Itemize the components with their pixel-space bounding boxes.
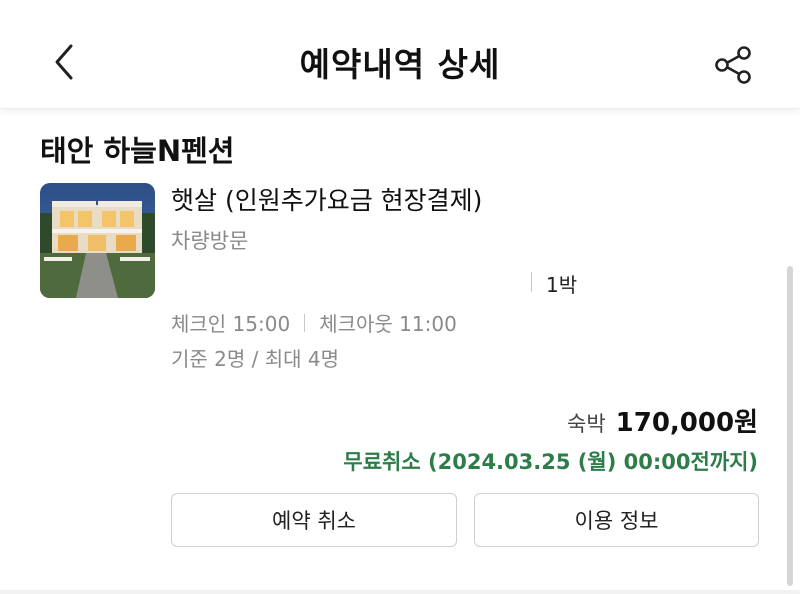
checkin-time: 체크인 15:00	[171, 312, 291, 336]
room-name: 햇살 (인원추가요금 현장결제)	[171, 186, 483, 215]
share-button[interactable]	[708, 40, 758, 90]
section-divider	[0, 590, 800, 594]
pension-building-image	[40, 183, 155, 298]
free-cancellation-notice: 무료취소 (2024.03.25 (월) 00:00전까지)	[343, 450, 758, 474]
price-label: 숙박	[567, 412, 606, 436]
check-time-divider	[304, 313, 306, 332]
nights-count: 1박	[546, 273, 578, 297]
check-times: 체크인 15:00 체크아웃 11:00	[171, 308, 457, 337]
usage-info-button[interactable]: 이용 정보	[474, 493, 759, 547]
cancel-reservation-button[interactable]: 예약 취소	[171, 493, 457, 547]
property-thumbnail[interactable]	[40, 183, 155, 298]
price-value: 170,000원	[615, 408, 758, 438]
page-title: 예약내역 상세	[299, 45, 501, 84]
price-row: 숙박 170,000원	[567, 402, 758, 439]
share-icon	[715, 46, 751, 84]
scrollbar[interactable]	[787, 266, 793, 586]
checkout-time: 체크아웃 11:00	[319, 312, 457, 336]
top-app-bar: 예약내역 상세	[0, 0, 800, 109]
reservation-detail-page: 예약내역 상세 태안 하늘N펜션 햇살 (인원추가요금 현장결제) 차량방문 1…	[0, 0, 800, 594]
property-name: 태안 하늘N펜션	[40, 134, 235, 168]
nights-divider	[531, 272, 532, 292]
visit-type: 차량방문	[171, 229, 249, 253]
guest-capacity: 기준 2명 / 최대 4명	[171, 347, 340, 371]
